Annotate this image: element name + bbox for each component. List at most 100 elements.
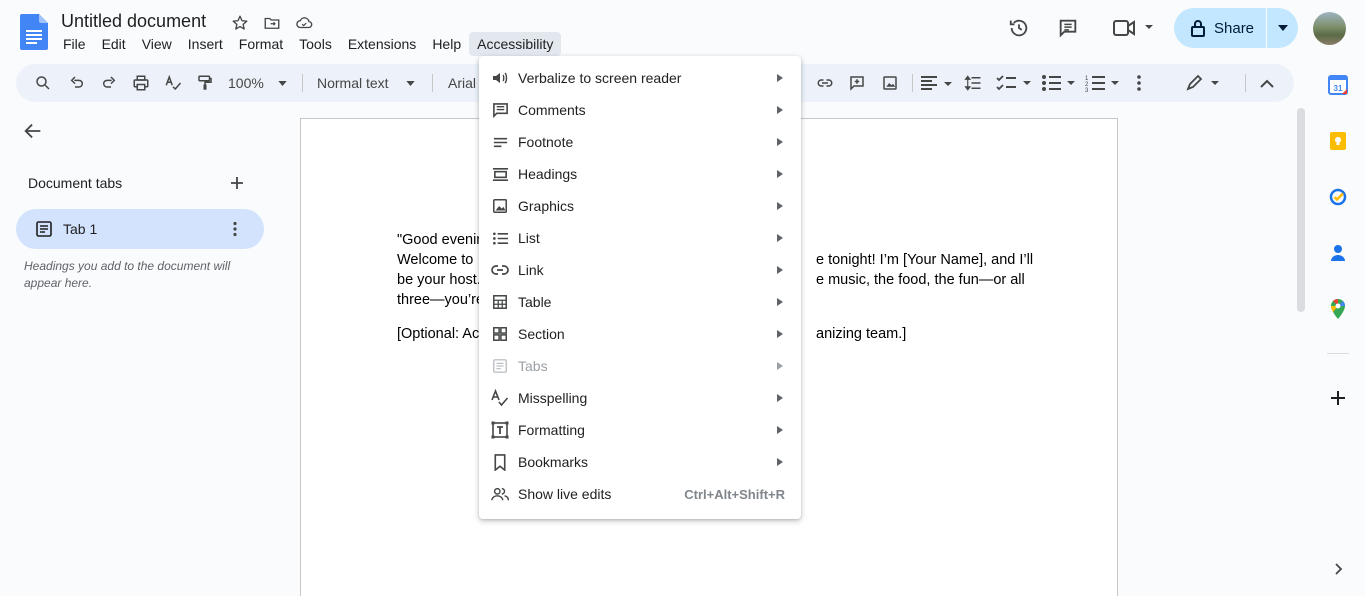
- collapse-menus-icon[interactable]: [1256, 72, 1278, 94]
- align-icon[interactable]: [919, 72, 955, 94]
- add-tab-icon[interactable]: [228, 174, 246, 192]
- list-icon: [491, 229, 509, 247]
- spellcheck-icon[interactable]: [162, 72, 184, 94]
- redo-icon[interactable]: [98, 72, 120, 94]
- footnote-icon: [491, 133, 509, 151]
- speaker-icon: [491, 69, 509, 87]
- keep-icon[interactable]: [1327, 130, 1349, 152]
- spellcheck-icon: [491, 389, 509, 407]
- menu-item-label: Section: [518, 326, 565, 342]
- menu-item-label: Verbalize to screen reader: [518, 70, 681, 86]
- document-title[interactable]: Untitled document: [61, 11, 206, 32]
- maps-icon[interactable]: [1327, 298, 1349, 320]
- menu-item-verbalize[interactable]: Verbalize to screen reader: [479, 62, 801, 94]
- comment-icon: [491, 101, 509, 119]
- submenu-arrow-icon: [776, 169, 784, 179]
- docs-logo-icon[interactable]: [20, 14, 48, 50]
- insert-image-icon[interactable]: [879, 72, 901, 94]
- font-value: Arial: [448, 75, 476, 91]
- menu-edit[interactable]: Edit: [94, 32, 134, 56]
- calendar-icon[interactable]: 31: [1327, 74, 1349, 96]
- menu-item-list[interactable]: List: [479, 222, 801, 254]
- rail-divider: [1327, 353, 1349, 354]
- add-comment-icon[interactable]: [846, 72, 868, 94]
- share-button[interactable]: Share: [1174, 8, 1298, 48]
- expand-panel-icon[interactable]: [1327, 558, 1349, 580]
- paint-format-icon[interactable]: [194, 72, 216, 94]
- body-line: three—you’re: [397, 290, 484, 310]
- menu-extensions[interactable]: Extensions: [340, 32, 424, 56]
- submenu-arrow-icon: [776, 361, 784, 371]
- menu-insert[interactable]: Insert: [180, 32, 231, 56]
- submenu-arrow-icon: [776, 425, 784, 435]
- menu-item-label: Footnote: [518, 134, 573, 150]
- add-addon-icon[interactable]: [1327, 387, 1349, 409]
- menu-accessibility[interactable]: Accessibility: [469, 32, 561, 56]
- submenu-arrow-icon: [776, 105, 784, 115]
- menu-item-label: Tabs: [518, 358, 548, 374]
- link-icon: [491, 261, 509, 279]
- headings-hint: Headings you add to the document will ap…: [24, 258, 244, 292]
- menu-item-headings[interactable]: Headings: [479, 158, 801, 190]
- image-icon: [491, 197, 509, 215]
- editing-mode-icon[interactable]: [1184, 72, 1224, 94]
- undo-icon[interactable]: [66, 72, 88, 94]
- search-menus-icon[interactable]: [32, 72, 54, 94]
- menu-item-formatting[interactable]: Formatting: [479, 414, 801, 446]
- menu-item-label: Graphics: [518, 198, 574, 214]
- menu-help[interactable]: Help: [424, 32, 469, 56]
- tab-more-icon[interactable]: [226, 220, 244, 238]
- star-icon[interactable]: [230, 13, 250, 33]
- zoom-select[interactable]: 100%: [228, 72, 290, 94]
- meet-icon[interactable]: [1108, 14, 1156, 42]
- line-spacing-icon[interactable]: [962, 72, 984, 94]
- menu-tools[interactable]: Tools: [291, 32, 340, 56]
- menu-item-bookmarks[interactable]: Bookmarks: [479, 446, 801, 478]
- cloud-saved-icon[interactable]: [294, 13, 314, 33]
- accessibility-menu: Verbalize to screen reader Comments Foot…: [479, 56, 801, 519]
- chevron-down-icon: [406, 81, 415, 86]
- menu-item-graphics[interactable]: Graphics: [479, 190, 801, 222]
- share-dropdown-icon[interactable]: [1267, 8, 1298, 48]
- menu-item-comments[interactable]: Comments: [479, 94, 801, 126]
- zoom-value: 100%: [228, 75, 264, 91]
- menu-item-section[interactable]: Section: [479, 318, 801, 350]
- version-history-icon[interactable]: [1005, 14, 1033, 42]
- chevron-down-icon: [278, 81, 287, 86]
- menu-item-label: Link: [518, 262, 544, 278]
- menu-item-tabs[interactable]: Tabs: [479, 350, 801, 382]
- people-icon: [491, 485, 509, 503]
- tab-1[interactable]: Tab 1: [16, 209, 264, 249]
- print-icon[interactable]: [130, 72, 152, 94]
- body-line: Welcome to: [397, 250, 473, 270]
- menu-format[interactable]: Format: [231, 32, 291, 56]
- insert-link-icon[interactable]: [814, 72, 836, 94]
- comments-icon[interactable]: [1054, 14, 1082, 42]
- headings-icon: [491, 165, 509, 183]
- back-arrow-icon[interactable]: [22, 120, 44, 142]
- contacts-icon[interactable]: [1327, 242, 1349, 264]
- menu-item-link[interactable]: Link: [479, 254, 801, 286]
- lock-icon: [1190, 19, 1206, 37]
- numbered-list-icon[interactable]: 123: [1084, 72, 1124, 94]
- move-folder-icon[interactable]: [262, 13, 282, 33]
- menu-item-footnote[interactable]: Footnote: [479, 126, 801, 158]
- menu-item-table[interactable]: Table: [479, 286, 801, 318]
- share-label: Share: [1214, 20, 1254, 37]
- menu-item-label: Formatting: [518, 422, 585, 438]
- checklist-icon[interactable]: [995, 72, 1035, 94]
- avatar[interactable]: [1313, 12, 1346, 45]
- menu-item-misspelling[interactable]: Misspelling: [479, 382, 801, 414]
- tasks-icon[interactable]: [1327, 186, 1349, 208]
- menu-item-show-live-edits[interactable]: Show live edits Ctrl+Alt+Shift+R: [479, 478, 801, 510]
- bulleted-list-icon[interactable]: [1040, 72, 1080, 94]
- vertical-scrollbar[interactable]: [1297, 108, 1305, 312]
- submenu-arrow-icon: [776, 329, 784, 339]
- menu-view[interactable]: View: [134, 32, 180, 56]
- style-select[interactable]: Normal text: [317, 72, 421, 94]
- menu-item-label: Comments: [518, 102, 586, 118]
- body-line: be your host.: [397, 270, 481, 290]
- more-options-icon[interactable]: [1128, 72, 1150, 94]
- menu-item-label: Headings: [518, 166, 577, 182]
- menu-file[interactable]: File: [55, 32, 94, 56]
